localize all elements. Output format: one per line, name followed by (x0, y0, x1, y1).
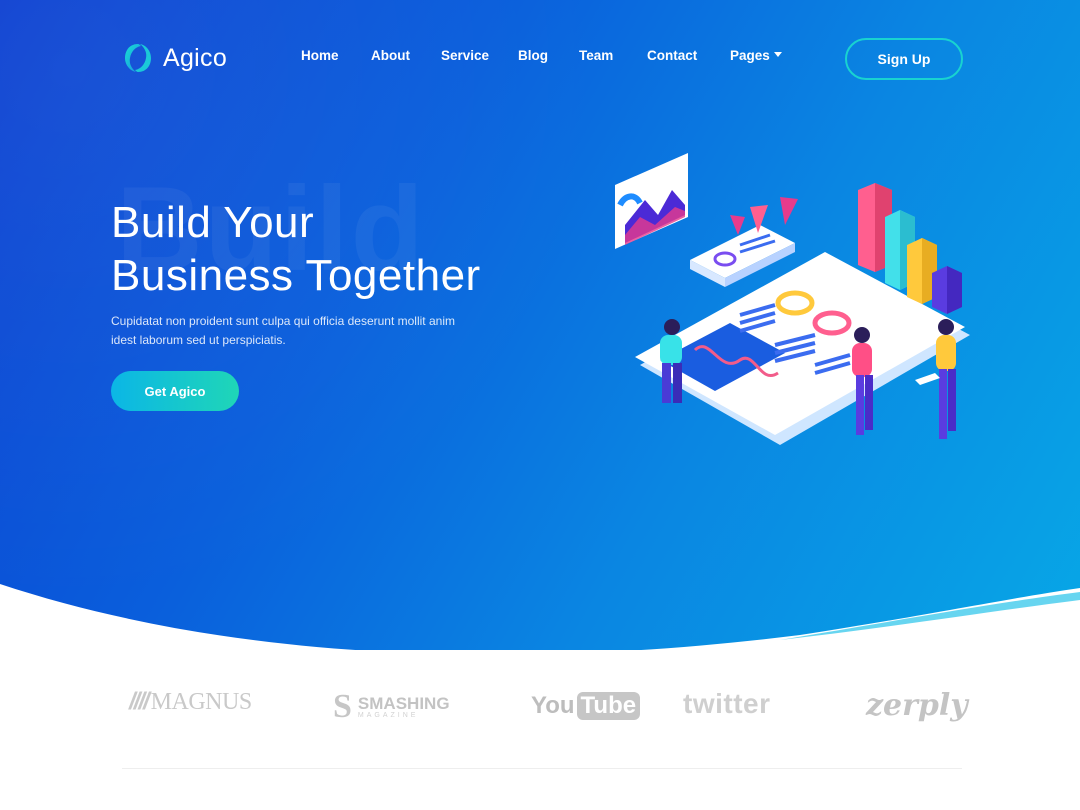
nav-contact[interactable]: Contact (647, 48, 697, 63)
get-agico-button[interactable]: Get Agico (111, 371, 239, 411)
caret-down-icon (773, 51, 782, 57)
brand-magnus-logo: ////MAGNUS (129, 688, 252, 716)
nav-about[interactable]: About (371, 48, 410, 63)
smashing-s-icon: S (333, 688, 352, 725)
brand-smashing-logo: S SMASHING MAGAZINE (333, 688, 450, 725)
nav-home[interactable]: Home (301, 48, 339, 63)
person-sitting (660, 319, 682, 403)
brand-zerply-logo: zerply (866, 688, 968, 723)
hero-wave-divider (0, 584, 1080, 810)
smashing-subtext: MAGAZINE (357, 712, 419, 719)
youtube-tube-text: Tube (576, 692, 641, 720)
nav-pages-dropdown[interactable]: Pages (730, 48, 782, 63)
logo[interactable]: Agico (121, 41, 227, 75)
section-divider (122, 768, 962, 769)
hero-subtext: Cupidatat non proident sunt culpa qui of… (111, 314, 455, 347)
magnus-text: MAGNUS (150, 689, 253, 715)
hero-section: Agico Home About Service Blog Team Conta… (0, 0, 1080, 650)
magnus-mark-icon: //// (129, 688, 150, 715)
headline-line-2: Business Together (111, 251, 481, 300)
hero-headline: Build Your Business Together (111, 196, 481, 302)
signup-button[interactable]: Sign Up (845, 38, 963, 80)
floating-stats-card (690, 197, 798, 287)
headline-line-1: Build Your (111, 198, 315, 247)
brand-youtube-logo: You Tube (531, 692, 641, 720)
logo-icon (125, 44, 151, 72)
nav-blog[interactable]: Blog (518, 48, 548, 63)
floating-chart-window (615, 153, 688, 249)
logo-text: Agico (163, 43, 228, 72)
nav-team[interactable]: Team (579, 48, 613, 63)
hero-illustration (615, 153, 970, 445)
youtube-you-text: You (531, 692, 575, 719)
smashing-text: SMASHING (357, 694, 450, 713)
smashing-wordmark: SMASHING MAGAZINE (358, 695, 450, 719)
brand-twitter-logo: twitter (683, 688, 771, 719)
nav-pages-label: Pages (730, 48, 770, 63)
nav-service[interactable]: Service (441, 48, 489, 63)
